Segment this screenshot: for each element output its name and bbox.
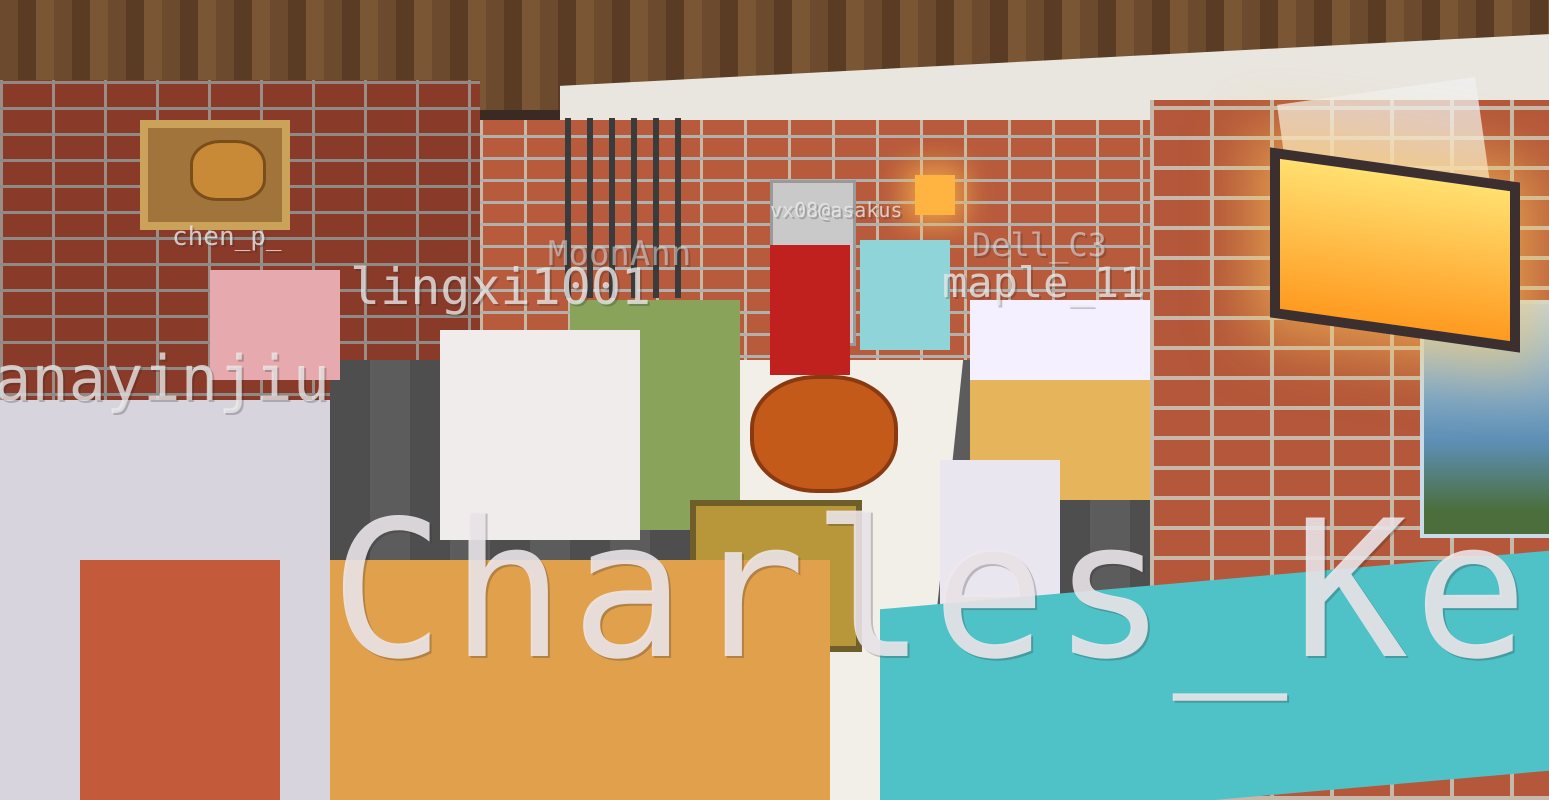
player-model-fox[interactable] bbox=[80, 560, 280, 800]
bread-icon bbox=[190, 140, 266, 201]
lantern-icon bbox=[1270, 147, 1520, 353]
nametag-lingxi: lingxi1001 bbox=[350, 258, 652, 316]
roast-turkey[interactable] bbox=[750, 375, 898, 493]
nametag-maple: maple_11 bbox=[942, 258, 1145, 307]
player-model-squid[interactable] bbox=[860, 240, 950, 350]
nametag-chen-p: chen_p_ bbox=[172, 222, 282, 252]
nametag-charles: Charles_Ke bbox=[330, 480, 1534, 701]
game-viewport[interactable]: chen_p_ MoonAnn vx08@asakus Dell_C3 ling… bbox=[0, 0, 1549, 800]
player-model-red[interactable] bbox=[770, 245, 850, 375]
lantern-icon bbox=[915, 175, 955, 215]
nametag-anayinjiu: anayinjiu bbox=[0, 342, 330, 415]
nametag-vx08: vx08@asakus bbox=[770, 198, 903, 222]
